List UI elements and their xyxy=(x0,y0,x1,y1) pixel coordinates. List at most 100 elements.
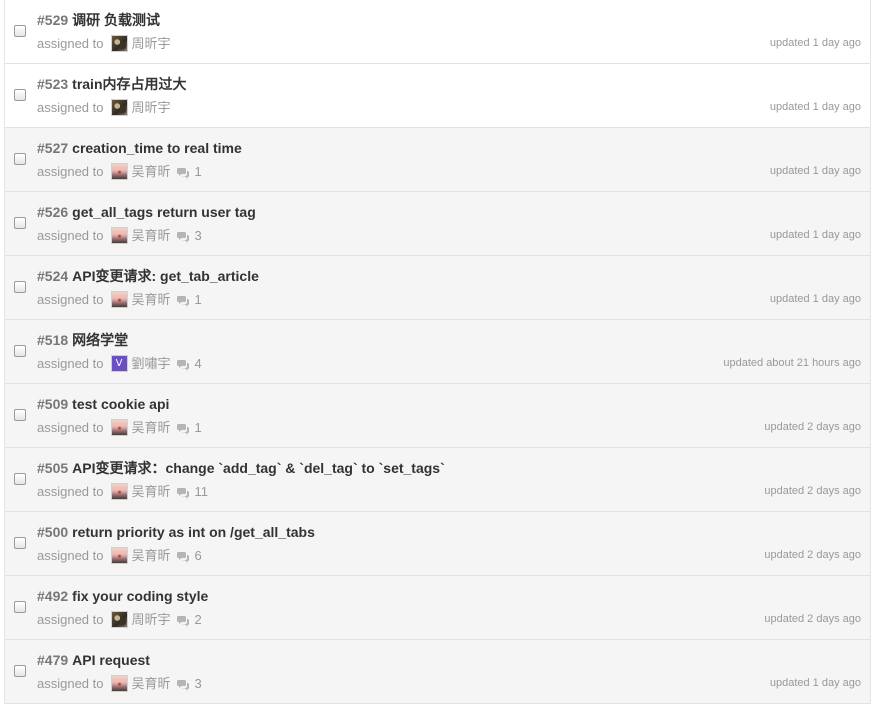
checkbox-icon[interactable] xyxy=(14,345,26,357)
updated-time: updated 1 day ago xyxy=(769,101,861,113)
issue-number[interactable]: #527 xyxy=(37,140,68,156)
issue-row[interactable]: #479 API request assigned to 吴育昕 3 update… xyxy=(5,640,870,704)
issue-list: #529 调研 负载测试 assigned to 周昕宇 updated 1 da… xyxy=(4,0,871,704)
checkbox-icon[interactable] xyxy=(14,217,26,229)
comment-count[interactable]: 6 xyxy=(195,547,202,564)
issue-title-line[interactable]: #527 creation_time to real time xyxy=(37,139,242,157)
checkbox-icon[interactable] xyxy=(14,89,26,101)
updated-time: updated 1 day ago xyxy=(769,677,861,689)
issue-title-line[interactable]: #500 return priority as int on /get_all_t… xyxy=(37,523,315,541)
issue-title-line[interactable]: #505 API变更请求：change `add_tag` & `del_tag`… xyxy=(37,459,445,477)
checkbox-icon[interactable] xyxy=(14,409,26,421)
avatar[interactable] xyxy=(110,483,128,500)
assigned-label: assigned to xyxy=(37,164,104,179)
assignee-name[interactable]: 周昕宇 xyxy=(132,611,171,628)
checkbox-icon[interactable] xyxy=(14,25,26,37)
avatar[interactable]: V xyxy=(110,355,128,372)
issue-number[interactable]: #509 xyxy=(37,396,68,412)
avatar[interactable] xyxy=(110,291,128,308)
updated-time: updated 2 days ago xyxy=(764,421,861,433)
assignee-name[interactable]: 吴育昕 xyxy=(132,291,171,308)
issue-row[interactable]: #526 get_all_tags return user tag assigne… xyxy=(5,192,870,256)
issue-number[interactable]: #529 xyxy=(37,12,68,28)
checkbox-icon[interactable] xyxy=(14,601,26,613)
avatar[interactable] xyxy=(110,35,128,52)
issue-number[interactable]: #500 xyxy=(37,524,68,540)
issue-title[interactable]: API变更请求：change `add_tag` & `del_tag` to … xyxy=(72,460,445,476)
issue-title-line[interactable]: #523 train内存占用过大 xyxy=(37,75,187,93)
assignee-name[interactable]: 周昕宇 xyxy=(132,99,171,116)
speech-bubble-icon xyxy=(176,230,190,242)
assignee-name[interactable]: 劉嘯宇 xyxy=(132,355,171,372)
checkbox-icon[interactable] xyxy=(14,665,26,677)
checkbox-icon[interactable] xyxy=(14,281,26,293)
updated-time: updated about 21 hours ago xyxy=(723,357,861,369)
issue-row[interactable]: #500 return priority as int on /get_all_t… xyxy=(5,512,870,576)
comment-count[interactable]: 3 xyxy=(195,227,202,244)
comment-count[interactable]: 4 xyxy=(195,355,202,372)
issue-row[interactable]: #509 test cookie api assigned to 吴育昕 1 up… xyxy=(5,384,870,448)
issue-row[interactable]: #523 train内存占用过大 assigned to 周昕宇 updated … xyxy=(5,64,870,128)
issue-row[interactable]: #527 creation_time to real time assigned … xyxy=(5,128,870,192)
issue-title-line[interactable]: #518 网络学堂 xyxy=(37,331,128,349)
issue-title[interactable]: fix your coding style xyxy=(72,588,208,604)
issue-title[interactable]: return priority as int on /get_all_tabs xyxy=(72,524,315,540)
checkbox-icon[interactable] xyxy=(14,537,26,549)
comment-count[interactable]: 11 xyxy=(195,483,209,500)
issue-number[interactable]: #523 xyxy=(37,76,68,92)
issue-row[interactable]: #492 fix your coding style assigned to 周昕… xyxy=(5,576,870,640)
issue-number[interactable]: #526 xyxy=(37,204,68,220)
comment-count[interactable]: 1 xyxy=(195,291,202,308)
issue-number[interactable]: #479 xyxy=(37,652,68,668)
issue-title[interactable]: test cookie api xyxy=(72,396,169,412)
avatar[interactable] xyxy=(110,163,128,180)
issue-title-line[interactable]: #524 API变更请求: get_tab_article xyxy=(37,267,259,285)
issue-title-line[interactable]: #509 test cookie api xyxy=(37,395,169,413)
issue-row[interactable]: #505 API变更请求：change `add_tag` & `del_tag`… xyxy=(5,448,870,512)
issue-title[interactable]: API request xyxy=(72,652,150,668)
issue-title[interactable]: 网络学堂 xyxy=(72,332,128,348)
comment-count[interactable]: 1 xyxy=(195,163,202,180)
issue-meta: assigned to 周昕宇 xyxy=(37,35,176,52)
avatar[interactable] xyxy=(110,611,128,628)
speech-bubble-icon xyxy=(176,166,190,178)
issue-meta: assigned to 吴育昕 3 xyxy=(37,227,202,244)
issue-number[interactable]: #505 xyxy=(37,460,68,476)
issue-title[interactable]: 调研 负载测试 xyxy=(72,12,160,28)
assignee-name[interactable]: 周昕宇 xyxy=(132,35,171,52)
checkbox-icon[interactable] xyxy=(14,153,26,165)
assignee-name[interactable]: 吴育昕 xyxy=(132,547,171,564)
assigned-label: assigned to xyxy=(37,420,104,435)
assignee-name[interactable]: 吴育昕 xyxy=(132,483,171,500)
issue-title-line[interactable]: #529 调研 负载测试 xyxy=(37,11,160,29)
comment-count[interactable]: 2 xyxy=(195,611,202,628)
issue-row[interactable]: #529 调研 负载测试 assigned to 周昕宇 updated 1 da… xyxy=(5,0,870,64)
issue-meta: assigned to 吴育昕 6 xyxy=(37,547,202,564)
avatar[interactable] xyxy=(110,419,128,436)
issue-number[interactable]: #492 xyxy=(37,588,68,604)
assignee-name[interactable]: 吴育昕 xyxy=(132,675,171,692)
issue-row[interactable]: #524 API变更请求: get_tab_article assigned to… xyxy=(5,256,870,320)
issue-title[interactable]: train内存占用过大 xyxy=(72,76,186,92)
issue-row[interactable]: #518 网络学堂 assigned to V 劉嘯宇 4 updated abo… xyxy=(5,320,870,384)
issue-title[interactable]: API变更请求: get_tab_article xyxy=(72,268,259,284)
avatar[interactable] xyxy=(110,547,128,564)
issue-title-line[interactable]: #479 API request xyxy=(37,651,150,669)
issue-number[interactable]: #518 xyxy=(37,332,68,348)
comment-count[interactable]: 3 xyxy=(195,675,202,692)
issue-title[interactable]: creation_time to real time xyxy=(72,140,242,156)
assignee-name[interactable]: 吴育昕 xyxy=(132,227,171,244)
comment-count[interactable]: 1 xyxy=(195,419,202,436)
avatar[interactable] xyxy=(110,675,128,692)
checkbox-icon[interactable] xyxy=(14,473,26,485)
assignee-name[interactable]: 吴育昕 xyxy=(132,163,171,180)
avatar[interactable] xyxy=(110,227,128,244)
issue-title[interactable]: get_all_tags return user tag xyxy=(72,204,256,220)
assignee-name[interactable]: 吴育昕 xyxy=(132,419,171,436)
issue-title-line[interactable]: #492 fix your coding style xyxy=(37,587,208,605)
issue-title-line[interactable]: #526 get_all_tags return user tag xyxy=(37,203,256,221)
avatar[interactable] xyxy=(110,99,128,116)
issue-meta: assigned to 吴育昕 11 xyxy=(37,483,208,500)
assigned-label: assigned to xyxy=(37,36,104,51)
issue-number[interactable]: #524 xyxy=(37,268,68,284)
